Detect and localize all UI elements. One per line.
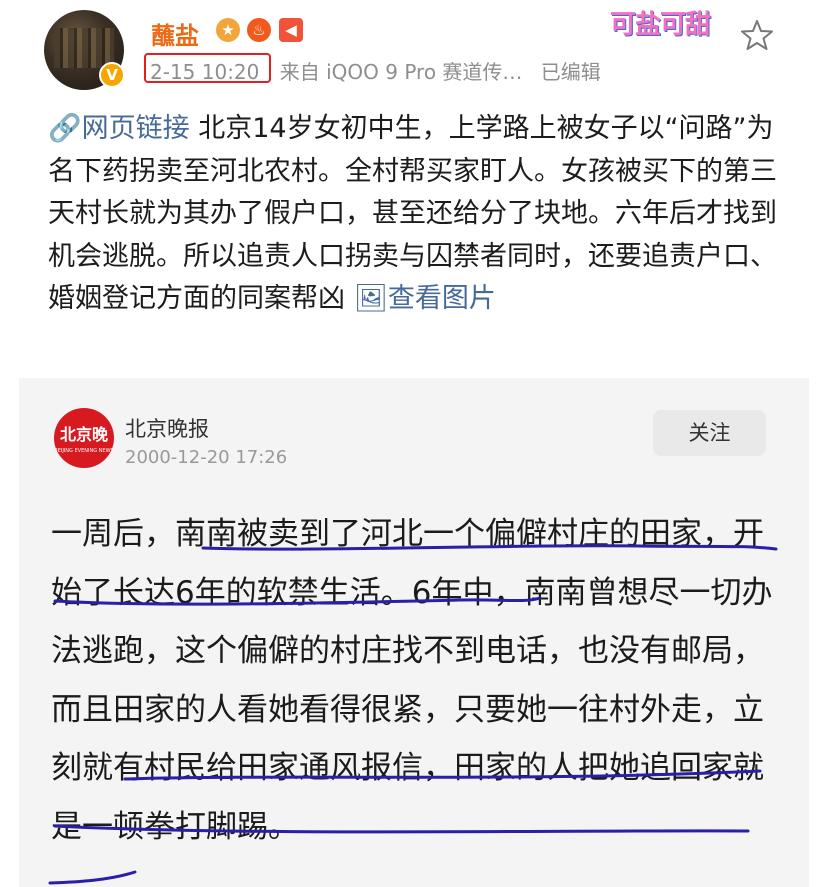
underline-stroke: [201, 544, 778, 551]
underline-stroke: [123, 769, 762, 781]
underline-stroke: [48, 870, 137, 885]
handdrawn-underlines: [48, 544, 778, 885]
underline-stroke: [53, 596, 542, 606]
underline-stroke: [53, 824, 750, 834]
